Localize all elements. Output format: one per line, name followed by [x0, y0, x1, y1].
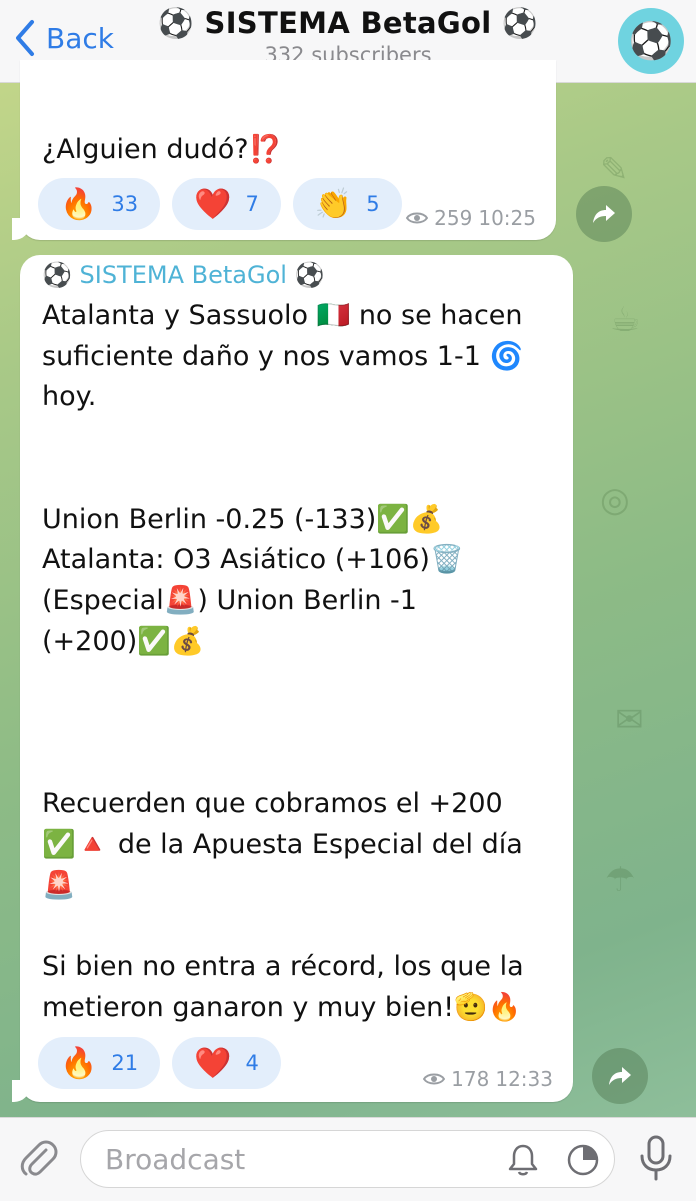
clap-emoji: 👏 — [314, 186, 353, 222]
reaction-count: 4 — [245, 1051, 259, 1075]
message-text: Atalanta y Sassuolo 🇮🇹 no se hacen sufic… — [42, 300, 524, 1023]
channel-info[interactable]: ⚽ SISTEMA BetaGol ⚽ 332 subscribers — [150, 6, 546, 67]
message-field — [80, 1130, 615, 1188]
eye-icon — [423, 1073, 446, 1085]
channel-title: ⚽ SISTEMA BetaGol ⚽ — [157, 6, 539, 40]
share-icon — [593, 205, 615, 223]
view-count: 259 — [434, 206, 473, 230]
background-doodle: ☕ — [610, 300, 641, 340]
bell-icon[interactable] — [507, 1143, 539, 1177]
back-button[interactable]: Back — [12, 18, 114, 58]
bubble-tail — [12, 218, 30, 240]
heart-emoji: ❤️ — [194, 186, 232, 222]
background-doodle: ✎ — [600, 150, 629, 190]
message-meta: 259 10:25 — [406, 206, 536, 230]
eye-icon — [406, 212, 429, 224]
heart-emoji: ❤️ — [194, 1045, 232, 1081]
broadcast-input[interactable] — [103, 1142, 487, 1177]
fire-emoji: 🔥 — [60, 1045, 98, 1081]
message-time: 12:33 — [495, 1067, 553, 1091]
paperclip-icon[interactable] — [16, 1136, 60, 1180]
reaction-heart[interactable]: ❤️ 4 — [172, 1037, 281, 1089]
reaction-count: 33 — [111, 192, 139, 216]
message-bubble: ¿Alguien dudó?⁉️ 🔥 33 ❤️ 7 👏 5 259 10:25 — [12, 60, 556, 240]
reaction-heart[interactable]: ❤️ 7 — [172, 178, 281, 230]
sender-name[interactable]: ⚽ SISTEMA BetaGol ⚽ — [42, 261, 324, 289]
message-meta: 178 12:33 — [423, 1067, 553, 1091]
input-bar — [0, 1117, 696, 1201]
share-icon — [609, 1067, 631, 1085]
fire-emoji: 🔥 — [60, 186, 98, 222]
reaction-count: 5 — [366, 192, 380, 216]
background-doodle: ◎ — [600, 480, 630, 520]
message-text: ¿Alguien dudó?⁉️ — [42, 134, 283, 165]
reaction-fire[interactable]: 🔥 33 — [38, 178, 161, 230]
back-chevron-icon — [16, 20, 34, 56]
reaction-fire[interactable]: 🔥 21 — [38, 1037, 161, 1089]
share-button[interactable] — [576, 186, 632, 242]
reaction-count: 21 — [111, 1051, 139, 1075]
share-button[interactable] — [592, 1048, 648, 1104]
reactions-bar: 🔥 21 ❤️ 4 — [38, 1037, 281, 1089]
reaction-clap[interactable]: 👏 5 — [292, 178, 402, 230]
reaction-count: 7 — [245, 192, 259, 216]
timer-icon[interactable] — [566, 1143, 600, 1177]
bubble-tail — [12, 1080, 30, 1102]
view-count: 178 — [451, 1067, 490, 1091]
back-label: Back — [46, 21, 114, 55]
microphone-icon[interactable] — [636, 1134, 676, 1182]
background-doodle: ✉ — [615, 700, 644, 740]
message-bubble: ⚽ SISTEMA BetaGol ⚽ Atalanta y Sassuolo … — [12, 255, 573, 1102]
background-doodle: ☂ — [605, 860, 636, 900]
channel-avatar[interactable]: ⚽ — [618, 8, 684, 74]
message-time: 10:25 — [478, 206, 536, 230]
reactions-bar: 🔥 33 ❤️ 7 👏 5 — [38, 178, 402, 230]
